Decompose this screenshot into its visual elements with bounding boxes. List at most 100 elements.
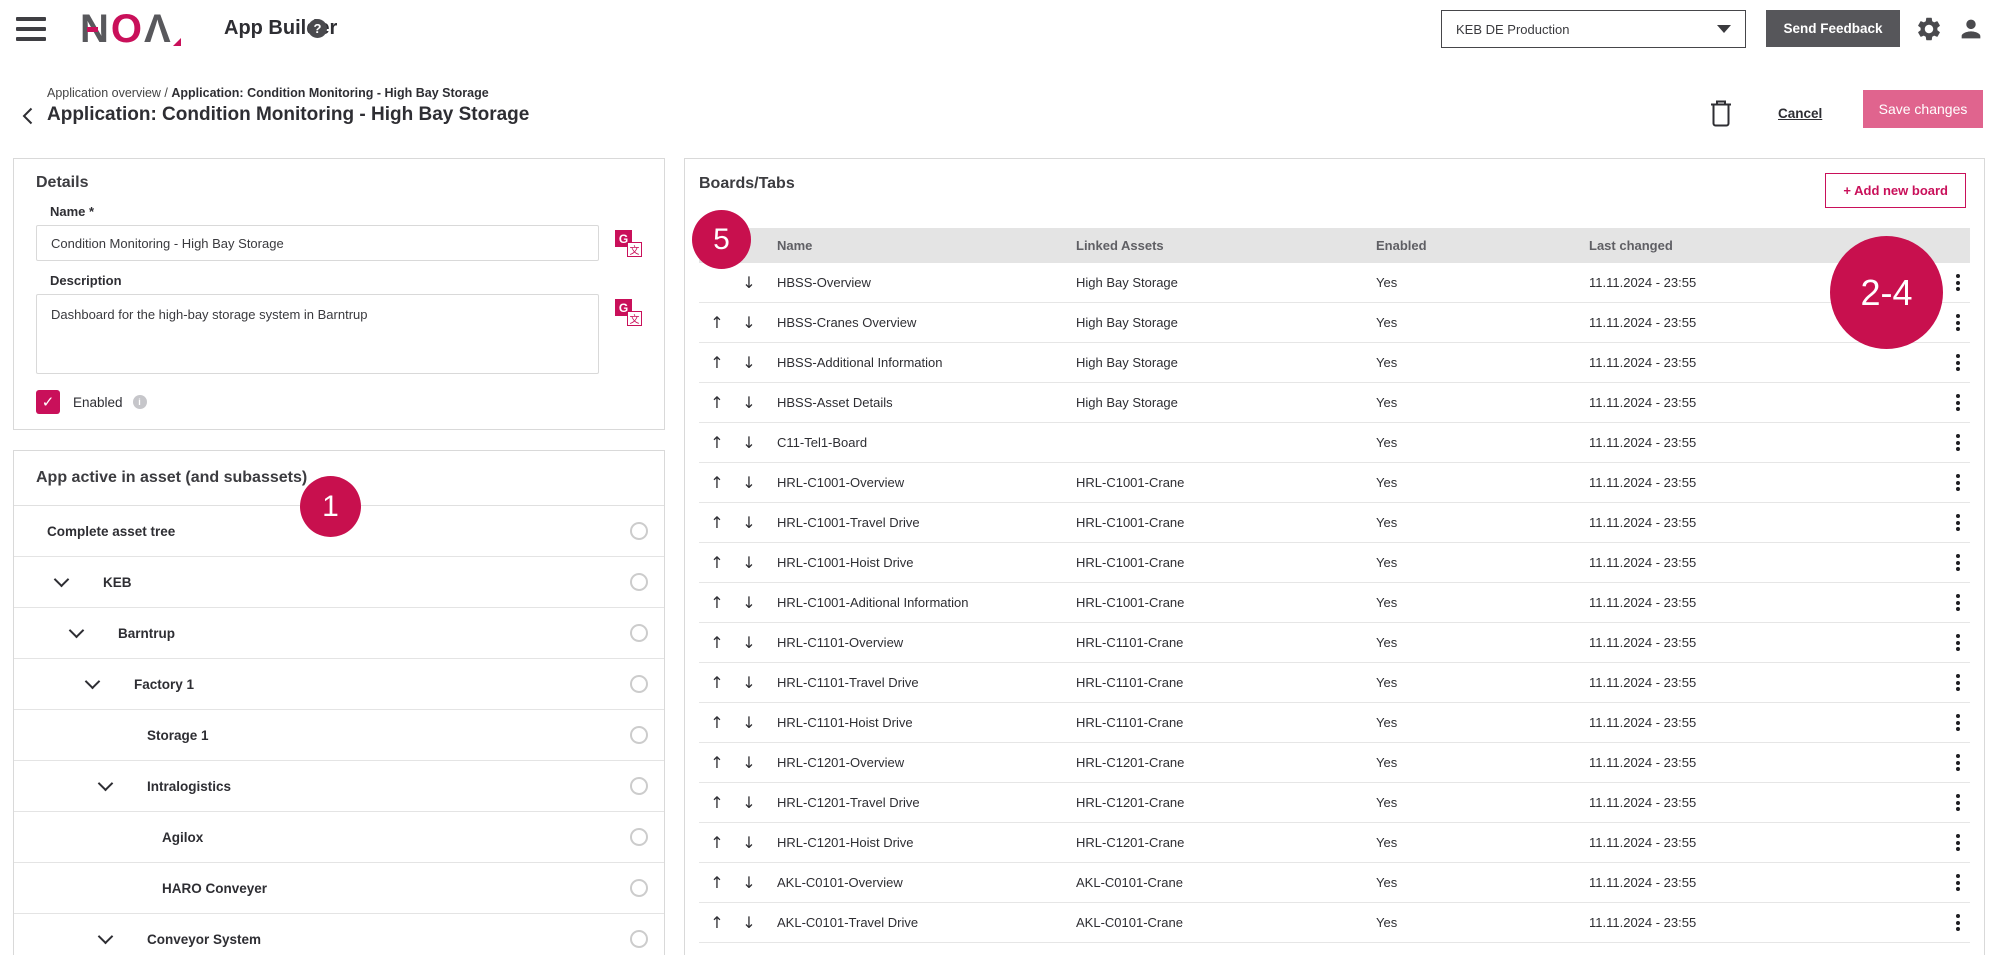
move-up-icon[interactable]: ↑	[706, 513, 728, 532]
chevron-down-icon[interactable]	[85, 673, 101, 689]
asset-tree-row[interactable]: Barntrup	[14, 608, 664, 659]
row-kebab-menu-icon[interactable]	[1952, 552, 1964, 573]
step-marker-5: 5	[692, 210, 751, 269]
asset-tree-row[interactable]: KEB	[14, 557, 664, 608]
asset-radio-button[interactable]	[630, 624, 648, 642]
row-kebab-menu-icon[interactable]	[1952, 592, 1964, 613]
move-down-icon[interactable]: ↓	[738, 433, 760, 452]
row-kebab-menu-icon[interactable]	[1952, 672, 1964, 693]
move-down-icon[interactable]: ↓	[738, 673, 760, 692]
add-new-board-button[interactable]: + Add new board	[1825, 173, 1966, 208]
row-kebab-menu-icon[interactable]	[1952, 272, 1964, 293]
asset-tree-row[interactable]: Intralogistics	[14, 761, 664, 812]
board-linked-assets: HRL-C1001-Crane	[1076, 555, 1376, 570]
row-kebab-menu-icon[interactable]	[1952, 432, 1964, 453]
asset-tree-row[interactable]: Conveyor System	[14, 914, 664, 955]
move-up-icon[interactable]: ↑	[706, 473, 728, 492]
move-down-icon[interactable]: ↓	[738, 593, 760, 612]
translate-icon[interactable]: G 文	[615, 230, 642, 257]
description-field-label: Description	[50, 273, 642, 288]
row-kebab-menu-icon[interactable]	[1952, 312, 1964, 333]
cancel-button[interactable]: Cancel	[1778, 106, 1822, 121]
move-up-icon[interactable]: ↑	[706, 633, 728, 652]
board-linked-assets: AKL-C0101-Crane	[1076, 915, 1376, 930]
row-kebab-menu-icon[interactable]	[1952, 472, 1964, 493]
move-up-icon[interactable]: ↑	[706, 833, 728, 852]
move-down-icon[interactable]: ↓	[738, 753, 760, 772]
row-kebab-menu-icon[interactable]	[1952, 872, 1964, 893]
translate-icon[interactable]: G 文	[615, 299, 642, 326]
move-down-icon[interactable]: ↓	[738, 313, 760, 332]
asset-tree-row[interactable]: Factory 1	[14, 659, 664, 710]
hamburger-menu-icon[interactable]	[16, 17, 46, 41]
row-kebab-menu-icon[interactable]	[1952, 752, 1964, 773]
asset-tree-row[interactable]: Agilox	[14, 812, 664, 863]
row-kebab-menu-icon[interactable]	[1952, 832, 1964, 853]
move-down-icon[interactable]: ↓	[738, 393, 760, 412]
asset-radio-button[interactable]	[630, 879, 648, 897]
row-kebab-menu-icon[interactable]	[1952, 912, 1964, 933]
move-up-icon[interactable]: ↑	[706, 873, 728, 892]
move-up-icon[interactable]: ↑	[706, 353, 728, 372]
asset-radio-button[interactable]	[630, 726, 648, 744]
move-up-icon[interactable]: ↑	[706, 393, 728, 412]
row-kebab-menu-icon[interactable]	[1952, 632, 1964, 653]
row-kebab-menu-icon[interactable]	[1952, 712, 1964, 733]
move-down-icon[interactable]: ↓	[738, 833, 760, 852]
move-up-icon[interactable]: ↑	[706, 753, 728, 772]
environment-dropdown[interactable]: KEB DE Production	[1441, 10, 1746, 48]
chevron-down-icon[interactable]	[98, 775, 114, 791]
send-feedback-button[interactable]: Send Feedback	[1766, 10, 1900, 47]
row-kebab-menu-icon[interactable]	[1952, 392, 1964, 413]
info-icon[interactable]: i	[133, 395, 147, 409]
user-profile-icon[interactable]	[1956, 14, 1986, 44]
details-title: Details	[36, 174, 642, 192]
description-input[interactable]: Dashboard for the high-bay storage syste…	[36, 294, 599, 374]
table-row: ↑ ↓ HRL-C1101-Hoist Drive HRL-C1101-Cran…	[699, 703, 1970, 743]
move-up-icon[interactable]: ↑	[706, 313, 728, 332]
move-down-icon[interactable]: ↓	[738, 553, 760, 572]
asset-radio-button[interactable]	[630, 828, 648, 846]
row-kebab-menu-icon[interactable]	[1952, 352, 1964, 373]
move-up-icon[interactable]: ↑	[706, 593, 728, 612]
move-down-icon[interactable]: ↓	[738, 713, 760, 732]
move-down-icon[interactable]: ↓	[738, 913, 760, 932]
asset-tree-row[interactable]: HARO Conveyer	[14, 863, 664, 914]
board-enabled: Yes	[1376, 875, 1589, 890]
back-button[interactable]	[22, 106, 38, 126]
chevron-down-icon[interactable]	[98, 928, 114, 944]
asset-radio-button[interactable]	[630, 675, 648, 693]
move-up-icon[interactable]: ↑	[706, 793, 728, 812]
move-up-icon[interactable]: ↑	[706, 553, 728, 572]
move-up-icon[interactable]: ↑	[706, 433, 728, 452]
move-down-icon[interactable]: ↓	[738, 273, 760, 292]
move-up-icon[interactable]: ↑	[706, 713, 728, 732]
move-down-icon[interactable]: ↓	[738, 473, 760, 492]
delete-trash-icon[interactable]	[1708, 98, 1736, 128]
breadcrumb-parent[interactable]: Application overview	[47, 86, 161, 100]
asset-tree-label: Complete asset tree	[47, 524, 175, 539]
row-kebab-menu-icon[interactable]	[1952, 512, 1964, 533]
settings-gear-icon[interactable]	[1914, 14, 1944, 44]
move-down-icon[interactable]: ↓	[738, 633, 760, 652]
move-up-icon[interactable]: ↑	[706, 673, 728, 692]
move-down-icon[interactable]: ↓	[738, 873, 760, 892]
move-down-icon[interactable]: ↓	[738, 793, 760, 812]
details-card: Details Name * G 文 Description Dashboard…	[13, 158, 665, 430]
move-down-icon[interactable]: ↓	[738, 353, 760, 372]
asset-radio-button[interactable]	[630, 777, 648, 795]
enabled-checkbox[interactable]: ✓	[36, 390, 60, 414]
move-up-icon[interactable]: ↑	[706, 913, 728, 932]
asset-radio-button[interactable]	[630, 930, 648, 948]
row-kebab-menu-icon[interactable]	[1952, 792, 1964, 813]
help-icon[interactable]: ?	[308, 19, 327, 38]
move-down-icon[interactable]: ↓	[738, 513, 760, 532]
name-input[interactable]	[36, 225, 599, 261]
asset-radio-button[interactable]	[630, 522, 648, 540]
asset-radio-button[interactable]	[630, 573, 648, 591]
noa-logo[interactable]: NOΛ	[80, 6, 173, 52]
asset-tree-row[interactable]: Storage 1	[14, 710, 664, 761]
chevron-down-icon[interactable]	[69, 622, 85, 638]
chevron-down-icon[interactable]	[54, 571, 70, 587]
save-changes-button[interactable]: Save changes	[1863, 90, 1983, 128]
